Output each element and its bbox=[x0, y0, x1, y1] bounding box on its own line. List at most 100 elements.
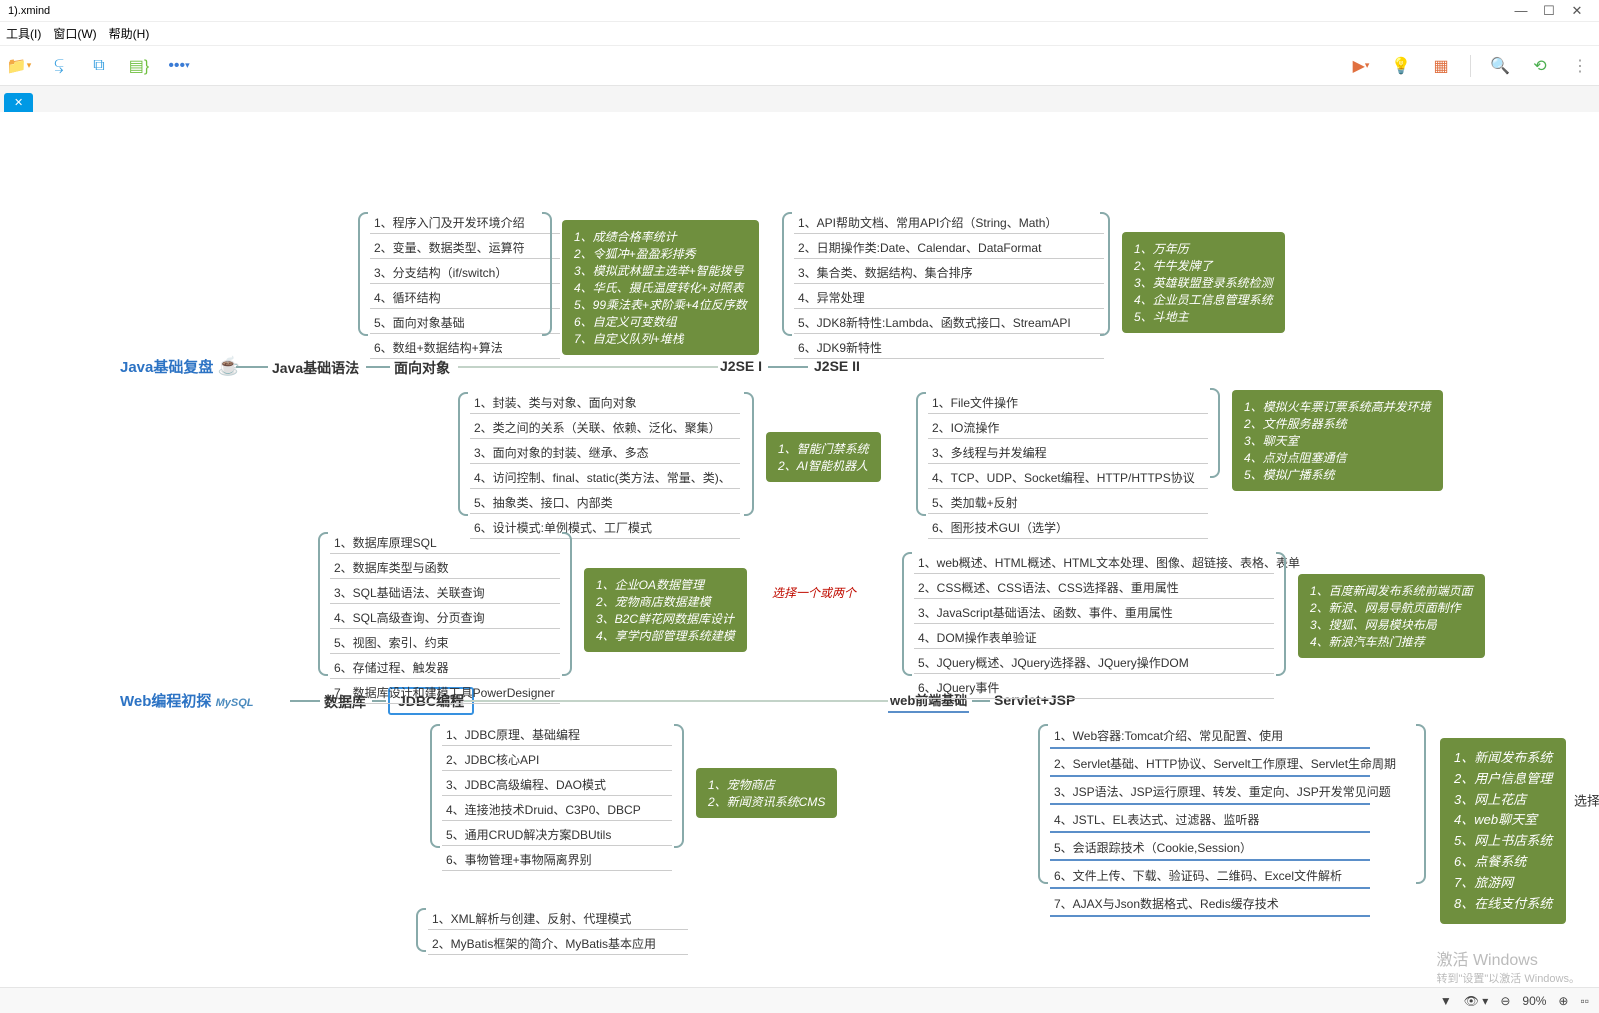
note-j2se2[interactable]: 1、模拟火车票订票系统高并发环境2、文件服务器系统3、聊天室 4、点对点阻塞通信… bbox=[1232, 390, 1443, 491]
leaf[interactable]: 4、连接池技术Druid、C3P0、DBCP bbox=[442, 799, 672, 821]
watermark: 激活 Windows 转到"设置"以激活 Windows。 bbox=[1437, 946, 1581, 986]
leaf[interactable]: 4、JSTL、EL表达式、过滤器、监听器 bbox=[1050, 808, 1370, 833]
leaf[interactable]: 3、JDBC高级编程、DAO模式 bbox=[442, 774, 672, 796]
leaf[interactable]: 3、多线程与并发编程 bbox=[928, 442, 1208, 464]
leaf[interactable]: 6、JQuery事件 bbox=[914, 677, 1274, 699]
leaf[interactable]: 6、存储过程、触发器 bbox=[330, 657, 560, 679]
leaf[interactable]: 3、JSP语法、JSP运行原理、转发、重定向、JSP开发常见问题 bbox=[1050, 780, 1370, 805]
root-web[interactable]: Web编程初探 MySQL bbox=[120, 690, 253, 711]
note-servlet[interactable]: 1、新闻发布系统2、用户信息管理3、网上花店4、web聊天室 5、网上书店系统6… bbox=[1440, 738, 1566, 924]
zoom-out-button[interactable]: ⊖ bbox=[1500, 994, 1510, 1008]
leaf[interactable]: 4、DOM操作表单验证 bbox=[914, 627, 1274, 649]
leaf[interactable]: 2、类之间的关系（关联、依赖、泛化、聚集） bbox=[470, 417, 740, 439]
more-icon[interactable]: •••▾ bbox=[168, 55, 190, 77]
list-oop[interactable]: 1、封装、类与对象、面向对象 2、类之间的关系（关联、依赖、泛化、聚集） 3、面… bbox=[470, 392, 740, 539]
topic-oop[interactable]: 面向对象 bbox=[394, 358, 450, 378]
leaf[interactable]: 5、面向对象基础 bbox=[370, 312, 560, 334]
list-servlet[interactable]: 1、Web容器:Tomcat介绍、常见配置、使用 2、Servlet基础、HTT… bbox=[1050, 724, 1370, 917]
panel-icon[interactable]: ▫▫ bbox=[1580, 994, 1589, 1008]
visibility-icon[interactable]: 👁 ▾ bbox=[1464, 994, 1489, 1008]
structure-icon[interactable]: ⧉ bbox=[88, 55, 110, 77]
leaf[interactable]: 6、文件上传、下载、验证码、二维码、Excel文件解析 bbox=[1050, 864, 1370, 889]
leaf[interactable]: 3、SQL基础语法、关联查询 bbox=[330, 582, 560, 604]
tab-close[interactable]: ✕ bbox=[4, 93, 33, 112]
chart-icon[interactable]: ▦ bbox=[1430, 55, 1452, 77]
leaf[interactable]: 2、MyBatis框架的简介、MyBatis基本应用 bbox=[428, 933, 688, 955]
leaf[interactable]: 7、数据库设计和建模工具PowerDesigner bbox=[330, 682, 560, 704]
leaf[interactable]: 2、CSS概述、CSS语法、CSS选择器、重用属性 bbox=[914, 577, 1274, 599]
note-java-basic[interactable]: 1、成绩合格率统计2、令狐冲+盈盈彩排秀3、模拟武林盟主选举+智能拨号 4、华氏… bbox=[562, 220, 759, 355]
leaf[interactable]: 3、面向对象的封装、继承、多态 bbox=[470, 442, 740, 464]
minimize-button[interactable]: — bbox=[1507, 3, 1535, 18]
filter-icon[interactable]: ▼ bbox=[1440, 994, 1452, 1008]
menu-window[interactable]: 窗口(W) bbox=[53, 25, 96, 42]
topic-j2se1[interactable]: J2SE I bbox=[720, 358, 762, 374]
topic-j2se2[interactable]: J2SE II bbox=[814, 358, 860, 374]
leaf[interactable]: 5、JDK8新特性:Lambda、函数式接口、StreamAPI bbox=[794, 312, 1104, 334]
leaf[interactable]: 1、程序入门及开发环境介绍 bbox=[370, 212, 560, 234]
zoom-icon[interactable]: 🔍 bbox=[1489, 55, 1511, 77]
list-db[interactable]: 1、数据库原理SQL 2、数据库类型与函数 3、SQL基础语法、关联查询 4、S… bbox=[330, 532, 560, 704]
note-j2se1[interactable]: 1、万年历2、牛牛发牌了3、英雄联盟登录系统检测 4、企业员工信息管理系统5、斗… bbox=[1122, 232, 1285, 333]
open-icon[interactable]: 📁▾ bbox=[8, 55, 30, 77]
note-webfe[interactable]: 1、百度新闻发布系统前端页面2、新浪、网易导航页面制作3、搜狐、网易模块布局4、… bbox=[1298, 574, 1485, 658]
leaf[interactable]: 1、API帮助文档、常用API介绍（String、Math） bbox=[794, 212, 1104, 234]
leaf[interactable]: 3、JavaScript基础语法、函数、事件、重用属性 bbox=[914, 602, 1274, 624]
leaf[interactable]: 5、JQuery概述、JQuery选择器、JQuery操作DOM bbox=[914, 652, 1274, 674]
leaf[interactable]: 2、JDBC核心API bbox=[442, 749, 672, 771]
leaf[interactable]: 1、Web容器:Tomcat介绍、常见配置、使用 bbox=[1050, 724, 1370, 749]
note-db[interactable]: 1、企业OA数据管理2、宠物商店数据建模3、B2C鲜花网数据库设计4、享学内部管… bbox=[584, 568, 747, 652]
zoom-in-button[interactable]: ⊕ bbox=[1558, 994, 1568, 1008]
leaf[interactable]: 5、会话跟踪技术（Cookie,Session） bbox=[1050, 836, 1370, 861]
leaf[interactable]: 6、数组+数据结构+算法 bbox=[370, 337, 560, 359]
mindmap-canvas[interactable]: Java基础复盘 ☕ Java基础语法 面向对象 J2SE I J2SE II … bbox=[0, 112, 1599, 987]
leaf[interactable]: 2、日期操作类:Date、Calendar、DataFormat bbox=[794, 237, 1104, 259]
menu-help[interactable]: 帮助(H) bbox=[109, 25, 150, 42]
list-j2se2[interactable]: 1、File文件操作 2、IO流操作 3、多线程与并发编程 4、TCP、UDP、… bbox=[928, 392, 1208, 539]
leaf[interactable]: 3、分支结构（if/switch） bbox=[370, 262, 560, 284]
leaf[interactable]: 2、Servlet基础、HTTP协议、Servelt工作原理、Servlet生命… bbox=[1050, 752, 1370, 777]
maximize-button[interactable]: ☐ bbox=[1535, 3, 1563, 19]
list-java-basic[interactable]: 1、程序入门及开发环境介绍 2、变量、数据类型、运算符 3、分支结构（if/sw… bbox=[370, 212, 560, 359]
leaf[interactable]: 1、XML解析与创建、反射、代理模式 bbox=[428, 908, 688, 930]
list-jdbc[interactable]: 1、JDBC原理、基础编程 2、JDBC核心API 3、JDBC高级编程、DAO… bbox=[442, 724, 672, 871]
close-button[interactable]: ✕ bbox=[1563, 3, 1591, 19]
outline-icon[interactable]: ▤} bbox=[128, 55, 150, 77]
leaf[interactable]: 4、访问控制、final、static(类方法、常量、类)、 bbox=[470, 467, 740, 489]
zoom-label[interactable]: 90% bbox=[1522, 994, 1546, 1008]
present-icon[interactable]: ▶▾ bbox=[1350, 55, 1372, 77]
leaf[interactable]: 1、File文件操作 bbox=[928, 392, 1208, 414]
list-j2se1[interactable]: 1、API帮助文档、常用API介绍（String、Math） 2、日期操作类:D… bbox=[794, 212, 1104, 359]
more2-icon[interactable]: ⋮ bbox=[1569, 55, 1591, 77]
leaf[interactable]: 5、通用CRUD解决方案DBUtils bbox=[442, 824, 672, 846]
leaf[interactable]: 1、封装、类与对象、面向对象 bbox=[470, 392, 740, 414]
leaf[interactable]: 4、循环结构 bbox=[370, 287, 560, 309]
leaf[interactable]: 1、JDBC原理、基础编程 bbox=[442, 724, 672, 746]
root-java[interactable]: Java基础复盘 ☕ bbox=[120, 356, 240, 377]
flow-icon[interactable]: ⥹ bbox=[48, 55, 70, 77]
leaf[interactable]: 1、web概述、HTML概述、HTML文本处理、图像、超链接、表格、表单 bbox=[914, 552, 1274, 574]
share-icon[interactable]: ⟲ bbox=[1529, 55, 1551, 77]
leaf[interactable]: 2、变量、数据类型、运算符 bbox=[370, 237, 560, 259]
leaf[interactable]: 2、IO流操作 bbox=[928, 417, 1208, 439]
leaf[interactable]: 6、JDK9新特性 bbox=[794, 337, 1104, 359]
leaf[interactable]: 6、事物管理+事物隔离界别 bbox=[442, 849, 672, 871]
leaf[interactable]: 5、视图、索引、约束 bbox=[330, 632, 560, 654]
menu-tool[interactable]: 工具(I) bbox=[6, 25, 41, 42]
leaf[interactable]: 5、抽象类、接口、内部类 bbox=[470, 492, 740, 514]
leaf[interactable]: 1、数据库原理SQL bbox=[330, 532, 560, 554]
leaf[interactable]: 7、AJAX与Json数据格式、Redis缓存技术 bbox=[1050, 892, 1370, 917]
leaf[interactable]: 2、数据库类型与函数 bbox=[330, 557, 560, 579]
idea-icon[interactable]: 💡 bbox=[1390, 55, 1412, 77]
leaf[interactable]: 4、TCP、UDP、Socket编程、HTTP/HTTPS协议 bbox=[928, 467, 1208, 489]
leaf[interactable]: 3、集合类、数据结构、集合排序 bbox=[794, 262, 1104, 284]
list-xml[interactable]: 1、XML解析与创建、反射、代理模式 2、MyBatis框架的简介、MyBati… bbox=[428, 908, 688, 955]
leaf[interactable]: 4、异常处理 bbox=[794, 287, 1104, 309]
topic-java-basic[interactable]: Java基础语法 bbox=[272, 358, 359, 378]
note-jdbc[interactable]: 1、宠物商店2、新闻资讯系统CMS bbox=[696, 768, 837, 818]
leaf[interactable]: 4、SQL高级查询、分页查询 bbox=[330, 607, 560, 629]
list-webfe[interactable]: 1、web概述、HTML概述、HTML文本处理、图像、超链接、表格、表单 2、C… bbox=[914, 552, 1274, 699]
leaf[interactable]: 6、图形技术GUI（选学） bbox=[928, 517, 1208, 539]
leaf[interactable]: 5、类加载+反射 bbox=[928, 492, 1208, 514]
note-oop[interactable]: 1、智能门禁系统2、AI智能机器人 bbox=[766, 432, 881, 482]
